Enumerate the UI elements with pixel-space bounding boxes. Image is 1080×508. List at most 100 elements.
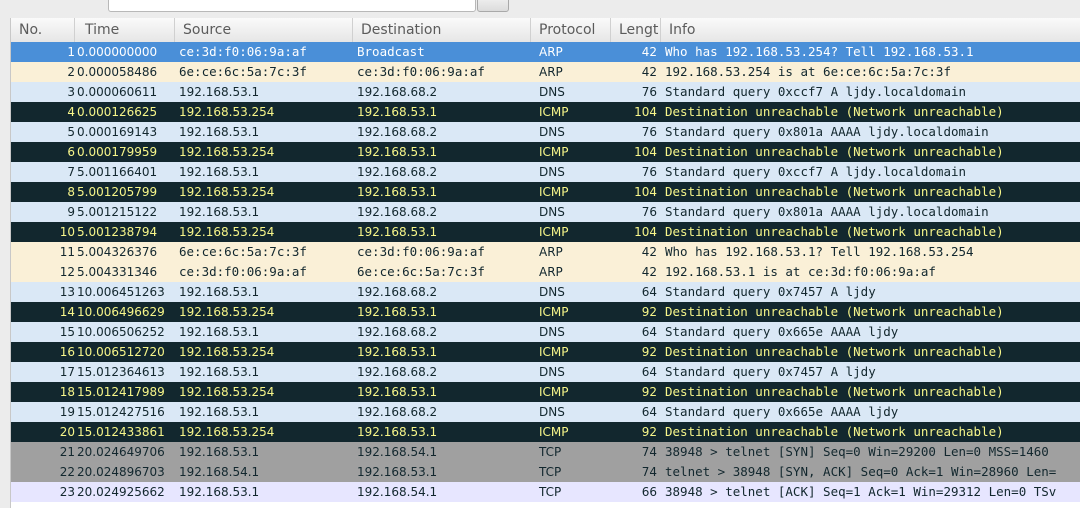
packet-protocol: ICMP bbox=[539, 425, 569, 439]
packet-destination: Broadcast bbox=[357, 44, 425, 59]
packet-source: 192.168.53.1 bbox=[179, 485, 260, 499]
packet-info: Destination unreachable (Network unreach… bbox=[665, 424, 1004, 439]
packet-row[interactable]: 8 5.001205799 192.168.53.254 192.168.53.1 IC… bbox=[11, 182, 1080, 202]
packet-source: ce:3d:f0:06:9a:af bbox=[179, 264, 307, 279]
packet-time: 10.006451263 bbox=[77, 285, 165, 299]
column-header-time[interactable]: Time bbox=[75, 18, 175, 42]
packet-destination: 192.168.68.2 bbox=[357, 365, 438, 379]
packet-no: 20 bbox=[59, 425, 75, 439]
packet-info: Destination unreachable (Network unreach… bbox=[665, 344, 1004, 359]
packet-row[interactable]: 13 10.006451263 192.168.53.1 192.168.68.2 DN… bbox=[11, 282, 1080, 302]
column-header-info[interactable]: Info bbox=[661, 18, 1080, 42]
packet-destination: 192.168.53.1 bbox=[357, 105, 438, 119]
packet-row[interactable]: 14 10.006496629 192.168.53.254 192.168.53.1… bbox=[11, 302, 1080, 322]
packet-no: 14 bbox=[59, 305, 75, 319]
packet-protocol: TCP bbox=[539, 485, 562, 499]
packet-row[interactable]: 10 5.001238794 192.168.53.254 192.168.53.1 I… bbox=[11, 222, 1080, 242]
packet-protocol: TCP bbox=[539, 465, 562, 479]
packet-destination: ce:3d:f0:06:9a:af bbox=[357, 244, 485, 259]
packet-length: 76 bbox=[641, 85, 657, 99]
packet-protocol: ICMP bbox=[539, 105, 569, 119]
packet-length: 104 bbox=[634, 105, 657, 119]
packet-protocol: ICMP bbox=[539, 305, 569, 319]
packet-info: Standard query 0x7457 A ljdy bbox=[665, 284, 876, 299]
packet-row[interactable]: 21 20.024649706 192.168.53.1 192.168.54.1 TC… bbox=[11, 442, 1080, 462]
packet-rows: 1 0.000000000 ce:3d:f0:06:9a:af Broadcast AR… bbox=[11, 42, 1080, 502]
packet-row[interactable]: 22 20.024896703 192.168.54.1 192.168.53.1 TC… bbox=[11, 462, 1080, 482]
packet-source: 192.168.53.254 bbox=[179, 385, 275, 399]
packet-destination: 192.168.53.1 bbox=[357, 185, 438, 199]
packet-time: 5.004326376 bbox=[77, 245, 158, 259]
packet-protocol: TCP bbox=[539, 445, 562, 459]
packet-no: 17 bbox=[59, 365, 75, 379]
packet-info: 38948 > telnet [SYN] Seq=0 Win=29200 Len… bbox=[665, 444, 1049, 459]
packet-no: 5 bbox=[67, 125, 75, 139]
filter-expression-button[interactable] bbox=[477, 0, 509, 12]
packet-no: 19 bbox=[59, 405, 75, 419]
packet-row[interactable]: 18 15.012417989 192.168.53.254 192.168.53.1… bbox=[11, 382, 1080, 402]
packet-row[interactable]: 20 15.012433861 192.168.53.254 192.168.53.1… bbox=[11, 422, 1080, 442]
column-header-protocol[interactable]: Protocol bbox=[531, 18, 611, 42]
packet-row[interactable]: 5 0.000169143 192.168.53.1 192.168.68.2 DNS 7… bbox=[11, 122, 1080, 142]
packet-time: 5.001205799 bbox=[77, 185, 158, 199]
packet-destination: 192.168.53.1 bbox=[357, 465, 438, 479]
packet-row[interactable]: 15 10.006506252 192.168.53.1 192.168.68.2 DN… bbox=[11, 322, 1080, 342]
packet-length: 92 bbox=[641, 345, 657, 359]
packet-no: 21 bbox=[59, 445, 75, 459]
column-header-source[interactable]: Source bbox=[175, 18, 353, 42]
packet-source: 192.168.53.1 bbox=[179, 405, 260, 419]
packet-row[interactable]: 23 20.024925662 192.168.53.1 192.168.54.1 TC… bbox=[11, 482, 1080, 502]
packet-length: 76 bbox=[641, 125, 657, 139]
packet-source: ce:3d:f0:06:9a:af bbox=[179, 44, 307, 59]
packet-length: 42 bbox=[641, 265, 657, 279]
column-header-destination[interactable]: Destination bbox=[353, 18, 531, 42]
packet-row[interactable]: 19 15.012427516 192.168.53.1 192.168.68.2 DN… bbox=[11, 402, 1080, 422]
packet-length: 74 bbox=[641, 445, 657, 459]
packet-info: 192.168.53.1 is at ce:3d:f0:06:9a:af bbox=[665, 264, 936, 279]
packet-no: 2 bbox=[67, 65, 75, 79]
packet-no: 15 bbox=[59, 325, 75, 339]
packet-time: 10.006496629 bbox=[77, 305, 165, 319]
packet-source: 192.168.53.1 bbox=[179, 85, 260, 99]
packet-no: 6 bbox=[67, 145, 75, 159]
packet-row[interactable]: 17 15.012364613 192.168.53.1 192.168.68.2 DN… bbox=[11, 362, 1080, 382]
packet-info: 192.168.53.254 is at 6e:ce:6c:5a:7c:3f bbox=[665, 64, 951, 79]
packet-source: 192.168.53.254 bbox=[179, 185, 275, 199]
packet-info: Who has 192.168.53.1? Tell 192.168.53.25… bbox=[665, 244, 974, 259]
packet-protocol: DNS bbox=[539, 125, 565, 139]
packet-row[interactable]: 1 0.000000000 ce:3d:f0:06:9a:af Broadcast AR… bbox=[11, 42, 1080, 62]
display-filter-input[interactable] bbox=[108, 0, 476, 12]
packet-destination: ce:3d:f0:06:9a:af bbox=[357, 64, 485, 79]
column-header-no[interactable]: No. bbox=[11, 18, 75, 42]
packet-time: 0.000169143 bbox=[77, 125, 158, 139]
packet-row[interactable]: 12 5.004331346 ce:3d:f0:06:9a:af 6e:ce:6c:5… bbox=[11, 262, 1080, 282]
packet-info: Standard query 0x7457 A ljdy bbox=[665, 364, 876, 379]
packet-source: 192.168.53.1 bbox=[179, 125, 260, 139]
packet-row[interactable]: 2 0.000058486 6e:ce:6c:5a:7c:3f ce:3d:f0:06… bbox=[11, 62, 1080, 82]
packet-row[interactable]: 4 0.000126625 192.168.53.254 192.168.53.1 IC… bbox=[11, 102, 1080, 122]
packet-info: Destination unreachable (Network unreach… bbox=[665, 224, 1004, 239]
packet-list[interactable]: No. Time Source Destination Protocol Len… bbox=[10, 18, 1080, 508]
packet-no: 12 bbox=[59, 265, 75, 279]
packet-info: telnet > 38948 [SYN, ACK] Seq=0 Ack=1 Wi… bbox=[665, 464, 1057, 479]
column-header-length[interactable]: Lengt bbox=[611, 18, 661, 42]
packet-destination: 6e:ce:6c:5a:7c:3f bbox=[357, 264, 485, 279]
packet-time: 5.004331346 bbox=[77, 265, 158, 279]
packet-no: 4 bbox=[67, 105, 75, 119]
packet-no: 3 bbox=[67, 85, 75, 99]
packet-length: 64 bbox=[641, 285, 657, 299]
packet-row[interactable]: 6 0.000179959 192.168.53.254 192.168.53.1 IC… bbox=[11, 142, 1080, 162]
packet-no: 16 bbox=[59, 345, 75, 359]
packet-row[interactable]: 3 0.000060611 192.168.53.1 192.168.68.2 DNS 7… bbox=[11, 82, 1080, 102]
packet-time: 20.024649706 bbox=[77, 445, 165, 459]
packet-row[interactable]: 11 5.004326376 6e:ce:6c:5a:7c:3f ce:3d:f0:0… bbox=[11, 242, 1080, 262]
packet-no: 18 bbox=[59, 385, 75, 399]
packet-protocol: ARP bbox=[539, 265, 563, 279]
packet-row[interactable]: 16 10.006512720 192.168.53.254 192.168.53.1… bbox=[11, 342, 1080, 362]
packet-row[interactable]: 7 5.001166401 192.168.53.1 192.168.68.2 DNS 7… bbox=[11, 162, 1080, 182]
packet-row[interactable]: 9 5.001215122 192.168.53.1 192.168.68.2 DNS 7… bbox=[11, 202, 1080, 222]
packet-time: 15.012433861 bbox=[77, 425, 165, 439]
packet-source: 192.168.53.254 bbox=[179, 345, 275, 359]
packet-info: Destination unreachable (Network unreach… bbox=[665, 304, 1004, 319]
packet-source: 192.168.53.1 bbox=[179, 325, 260, 339]
